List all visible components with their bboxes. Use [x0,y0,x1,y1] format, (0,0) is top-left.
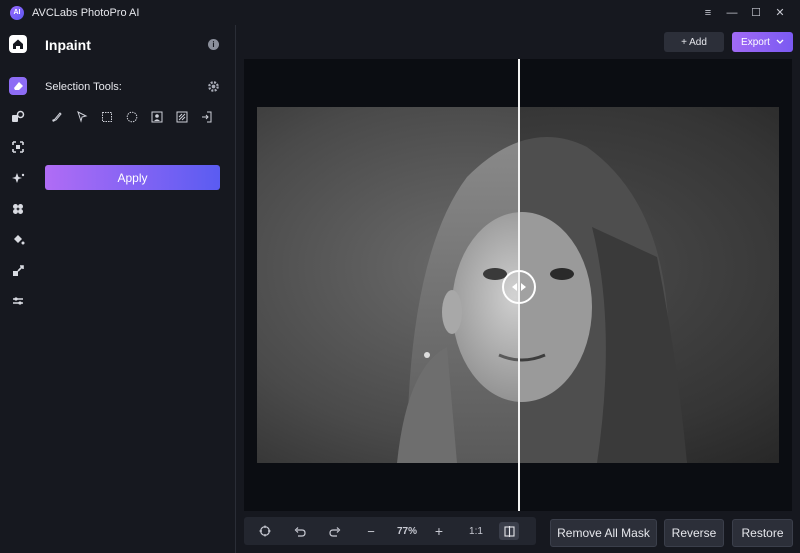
arrow-right-icon [521,283,526,291]
import-mask-icon[interactable] [194,109,219,124]
redo-icon[interactable] [326,517,344,545]
app-title: AVCLabs PhotoPro AI [32,6,140,19]
reverse-button[interactable]: Reverse [664,519,724,547]
chevron-down-icon [776,39,784,44]
enhance-icon[interactable] [8,107,28,127]
selection-toolbar [44,109,219,124]
portrait-select-icon[interactable] [144,109,169,124]
rectangle-select-icon[interactable] [94,109,119,124]
expand-icon[interactable] [8,137,28,157]
undo-icon[interactable] [291,517,309,545]
add-button[interactable]: + Add [664,32,724,52]
inpaint-panel: Inpaint i Selection Tools: Apply [36,25,236,553]
resize-icon[interactable] [8,261,28,281]
tool-rail [0,25,37,553]
image-canvas[interactable] [244,59,792,511]
brush-icon[interactable] [44,109,69,124]
bottom-toolbar: − 77% + 1:1 [244,517,536,545]
minimize-icon[interactable]: — [720,0,744,25]
actual-size-button[interactable]: 1:1 [465,517,487,545]
apply-button[interactable]: Apply [45,165,220,190]
eraser-icon[interactable] [8,76,28,96]
main-area: + Add Export − 77% + 1:1 Remove All Mask… [236,25,800,553]
compare-view-icon[interactable] [499,522,519,540]
maximize-icon[interactable]: ☐ [744,0,768,25]
export-button[interactable]: Export [732,32,793,52]
ellipse-select-icon[interactable] [119,109,144,124]
compare-slider-handle[interactable] [502,270,536,304]
zoom-in-icon[interactable]: + [430,517,448,545]
restore-button[interactable]: Restore [732,519,793,547]
zoom-level: 77% [396,525,417,537]
panel-title: Inpaint [45,37,91,53]
sparkle-icon[interactable] [8,168,28,188]
flower-icon[interactable] [8,199,28,219]
app-logo-icon: AI [10,5,24,20]
gear-icon[interactable] [207,80,220,93]
pattern-select-icon[interactable] [169,109,194,124]
zoom-out-icon[interactable]: − [362,517,380,545]
pointer-icon[interactable] [69,109,94,124]
remove-all-mask-button[interactable]: Remove All Mask [550,519,657,547]
selection-tools-label: Selection Tools: [45,81,122,93]
paint-bucket-icon[interactable] [8,230,28,250]
adjust-sliders-icon[interactable] [8,291,28,311]
info-icon[interactable]: i [208,39,219,50]
title-bar: AI AVCLabs PhotoPro AI ≡ — ☐ ✕ [0,0,800,25]
arrow-left-icon [512,283,517,291]
export-label: Export [741,36,770,48]
menu-icon[interactable]: ≡ [696,0,720,25]
close-icon[interactable]: ✕ [768,0,792,25]
reset-view-icon[interactable] [256,517,274,545]
home-icon[interactable] [8,34,28,54]
